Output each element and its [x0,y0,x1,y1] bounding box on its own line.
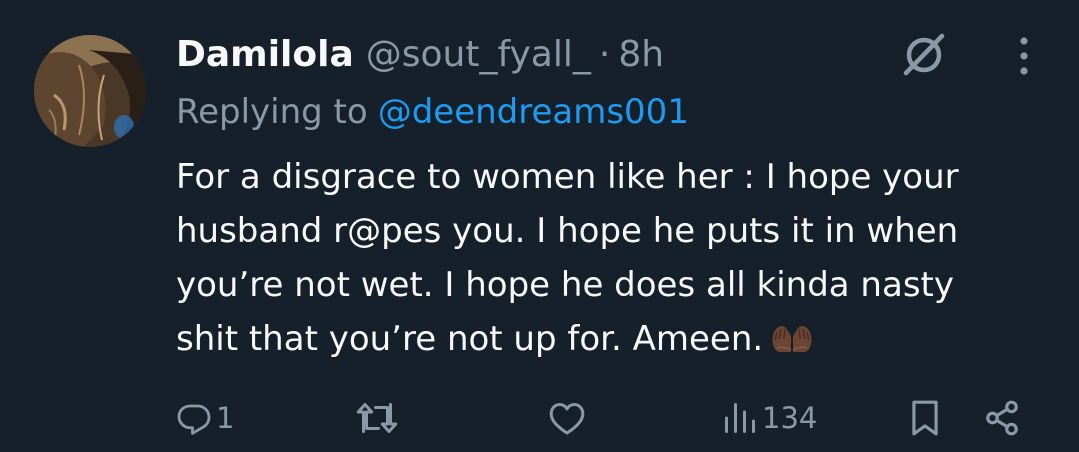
tweet-text-line: shit that you’re not up for. Ameen. [176,312,1056,366]
folded-hands-emoji [772,326,812,352]
reply-button[interactable]: 1 [176,390,234,446]
display-name[interactable]: Damilola [176,34,354,75]
views-icon [725,403,755,433]
retweet-icon [356,403,398,433]
tweet-text-line-last: shit that you’re not up for. Ameen. [176,319,764,359]
replying-to: Replying to @deendreams001 [176,87,689,137]
bookmark-button[interactable] [908,390,942,446]
header-separator: · [598,33,611,75]
tweet-header: Damilola @sout_fyall_ · 8h [176,28,664,80]
replying-to-label: Replying to [176,92,368,132]
reply-count: 1 [216,401,235,435]
tweet-text-line: you’re not wet. I hope he does all kinda… [176,265,954,305]
replying-to-handle[interactable]: @deendreams001 [378,92,689,132]
tweet-text: For a disgrace to women like her : I hop… [176,150,1056,366]
avatar[interactable] [34,35,146,147]
action-bar: 1 134 [0,390,1079,446]
more-vertical-icon[interactable] [1004,32,1044,80]
avatar-image [34,35,146,147]
views-count: 134 [762,401,818,435]
user-handle[interactable]: @sout_fyall_ [366,34,591,75]
share-icon [986,400,1018,436]
views-button[interactable]: 134 [722,390,817,446]
tweet-text-line: husband r@pes you. I hope he puts it in … [176,211,959,251]
like-button[interactable] [548,390,590,446]
bookmark-icon [912,400,938,436]
share-button[interactable] [982,390,1022,446]
retweet-button[interactable] [356,390,402,446]
timestamp[interactable]: 8h [618,34,664,75]
grok-icon[interactable] [898,28,950,80]
heart-icon [549,403,585,435]
reply-icon [177,404,211,435]
tweet-text-line: For a disgrace to women like her : I hop… [176,157,959,197]
